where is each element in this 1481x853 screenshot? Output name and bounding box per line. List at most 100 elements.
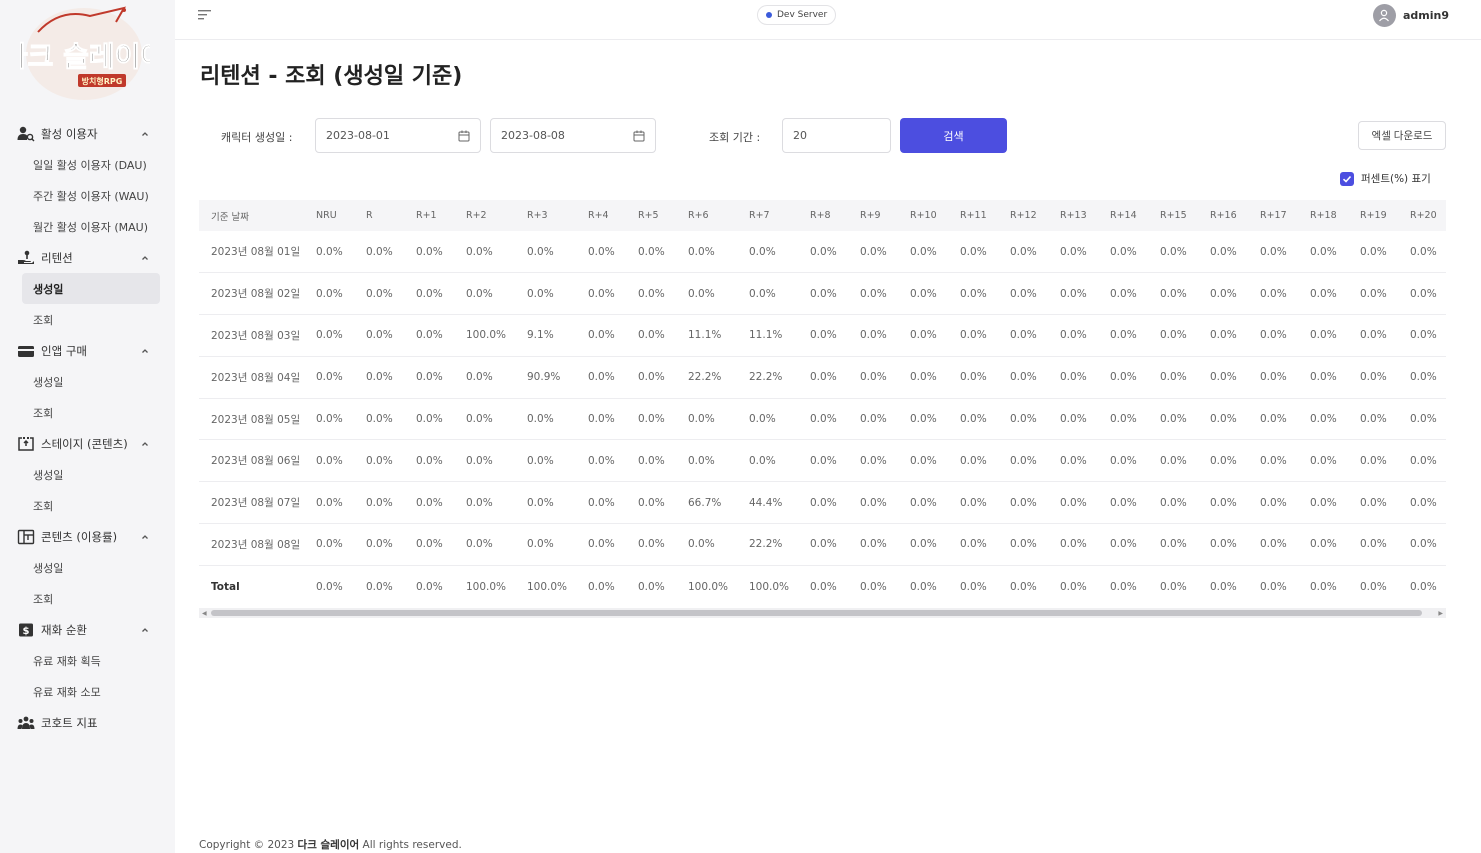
sidebar-group-4[interactable]: 콘텐츠 (이용률) <box>0 521 175 552</box>
sidebar-item[interactable]: 조회 <box>0 397 175 428</box>
sidebar-group-2[interactable]: 인앱 구매 <box>0 335 175 366</box>
column-header[interactable]: R+13 <box>1060 200 1110 231</box>
total-cell: 0.0% <box>366 580 393 593</box>
column-header[interactable]: R+3 <box>527 200 588 231</box>
chevron-up-icon[interactable] <box>140 624 150 634</box>
sidebar-item[interactable]: 생성일 <box>22 273 160 304</box>
row-date-cell: 2023년 08월 08일 <box>199 523 316 566</box>
brand-logo[interactable]: 다크 슬레이어 방치형RPG <box>1 2 167 104</box>
svg-text:$: $ <box>23 626 30 637</box>
retention-cell: 0.0% <box>688 272 749 316</box>
calendar-icon[interactable] <box>633 130 645 142</box>
sidebar-item[interactable]: 조회 <box>0 583 175 614</box>
sidebar-item[interactable]: 유료 재화 소모 <box>0 676 175 707</box>
chevron-up-icon[interactable] <box>140 531 150 541</box>
sidebar-item[interactable]: 유료 재화 획득 <box>0 645 175 676</box>
retention-cell: 0.0% <box>1210 481 1260 525</box>
sidebar-group-6[interactable]: 코호트 지표 <box>0 707 175 738</box>
column-header[interactable]: R+18 <box>1310 200 1360 231</box>
retention-cell: 0.0% <box>416 314 466 357</box>
calendar-icon[interactable] <box>458 130 470 142</box>
excel-download-button[interactable]: 엑셀 다운로드 <box>1358 121 1446 150</box>
column-header[interactable]: R+5 <box>638 200 688 231</box>
menu-toggle-icon[interactable] <box>198 9 212 21</box>
column-header[interactable]: 기준 날짜 <box>199 200 316 231</box>
column-header[interactable]: R+15 <box>1160 200 1210 231</box>
sidebar-group-5[interactable]: $ 재화 순환 <box>0 614 175 645</box>
column-header[interactable]: R+9 <box>860 200 910 231</box>
row-date-cell: 2023년 08월 03일 <box>199 314 316 357</box>
percent-checkbox[interactable] <box>1340 171 1354 186</box>
retention-cell: 0.0% <box>1260 523 1310 566</box>
scroll-right-icon[interactable]: ▶ <box>1438 610 1443 617</box>
scrollbar-thumb[interactable] <box>211 610 1422 616</box>
retention-cell: 0.0% <box>1160 439 1210 483</box>
column-header[interactable]: R+17 <box>1260 200 1310 231</box>
retention-cell: 0.0% <box>1210 398 1260 441</box>
chevron-up-icon[interactable] <box>140 438 150 448</box>
retention-cell: 0.0% <box>960 439 1010 483</box>
column-header[interactable]: R+7 <box>749 200 810 231</box>
column-header[interactable]: R+19 <box>1360 200 1410 231</box>
column-header[interactable]: R+8 <box>810 200 860 231</box>
column-header[interactable]: R+12 <box>1010 200 1060 231</box>
retention-cell: 0.0% <box>466 481 527 525</box>
retention-cell: 0.0% <box>1010 481 1060 525</box>
retention-cell: 0.0% <box>1160 523 1210 566</box>
retention-cell: 0.0% <box>1160 314 1210 357</box>
retention-cell: 100.0% <box>466 314 527 357</box>
column-header[interactable]: R+14 <box>1110 200 1160 231</box>
sidebar-item[interactable]: 생성일 <box>0 552 175 583</box>
retention-cell: 0.0% <box>1110 231 1160 274</box>
scroll-left-icon[interactable]: ◀ <box>202 610 207 617</box>
column-header[interactable]: R+10 <box>910 200 960 231</box>
user-menu[interactable]: admin9 <box>1372 4 1449 27</box>
sidebar-item[interactable]: 생성일 <box>0 366 175 397</box>
sidebar-item[interactable]: 생성일 <box>0 459 175 490</box>
sidebar-group-3[interactable]: 스테이지 (콘텐츠) <box>0 428 175 459</box>
column-header[interactable]: R <box>366 200 416 231</box>
column-header[interactable]: R+11 <box>960 200 1010 231</box>
column-header[interactable]: R+20 <box>1410 200 1446 231</box>
sidebar-group-label: 콘텐츠 (이용률) <box>41 529 118 544</box>
period-input[interactable]: 20 <box>782 118 891 153</box>
search-button[interactable]: 검색 <box>900 118 1007 153</box>
percent-toggle[interactable]: 퍼센트(%) 표기 <box>1340 171 1431 186</box>
sidebar-item[interactable]: 조회 <box>0 304 175 335</box>
chevron-up-icon[interactable] <box>140 252 150 262</box>
column-header[interactable]: R+4 <box>588 200 638 231</box>
footer-rights: All rights reserved. <box>362 839 462 851</box>
retention-cell: 0.0% <box>860 356 910 399</box>
retention-cell: 0.0% <box>1060 314 1110 357</box>
retention-cell: 0.0% <box>366 481 416 525</box>
retention-cell: 0.0% <box>1110 314 1160 357</box>
retention-cell: 0.0% <box>466 231 527 274</box>
end-date-input[interactable]: 2023-08-08 <box>490 118 656 153</box>
start-date-value: 2023-08-01 <box>326 129 390 142</box>
horizontal-scrollbar[interactable]: ◀ ▶ <box>199 608 1446 618</box>
column-header[interactable]: NRU <box>316 200 366 231</box>
sidebar-item[interactable]: 조회 <box>0 490 175 521</box>
retention-cell: 0.0% <box>1310 231 1360 274</box>
column-header[interactable]: R+16 <box>1210 200 1260 231</box>
retention-cell: 0.0% <box>1210 439 1260 483</box>
column-header[interactable]: R+6 <box>688 200 749 231</box>
chevron-up-icon[interactable] <box>140 345 150 355</box>
card-icon <box>17 342 35 360</box>
column-header[interactable]: R+2 <box>466 200 527 231</box>
retention-cell: 0.0% <box>638 314 688 357</box>
column-header[interactable]: R+1 <box>416 200 466 231</box>
sidebar-group-0[interactable]: 활성 이용자 <box>0 118 175 149</box>
sidebar-item[interactable]: 월간 활성 이용자 (MAU) <box>0 211 175 242</box>
sidebar-group-1[interactable]: 리텐션 <box>0 242 175 273</box>
start-date-input[interactable]: 2023-08-01 <box>315 118 481 153</box>
chevron-up-icon[interactable] <box>140 128 150 138</box>
retention-cell: 0.0% <box>366 272 416 316</box>
retention-cell: 0.0% <box>466 398 527 441</box>
sidebar-item[interactable]: 일일 활성 이용자 (DAU) <box>0 149 175 180</box>
retention-cell: 0.0% <box>749 272 810 316</box>
retention-cell: 0.0% <box>1410 398 1446 441</box>
sidebar-item[interactable]: 주간 활성 이용자 (WAU) <box>0 180 175 211</box>
layout-icon <box>17 528 35 546</box>
retention-cell: 0.0% <box>638 481 688 525</box>
